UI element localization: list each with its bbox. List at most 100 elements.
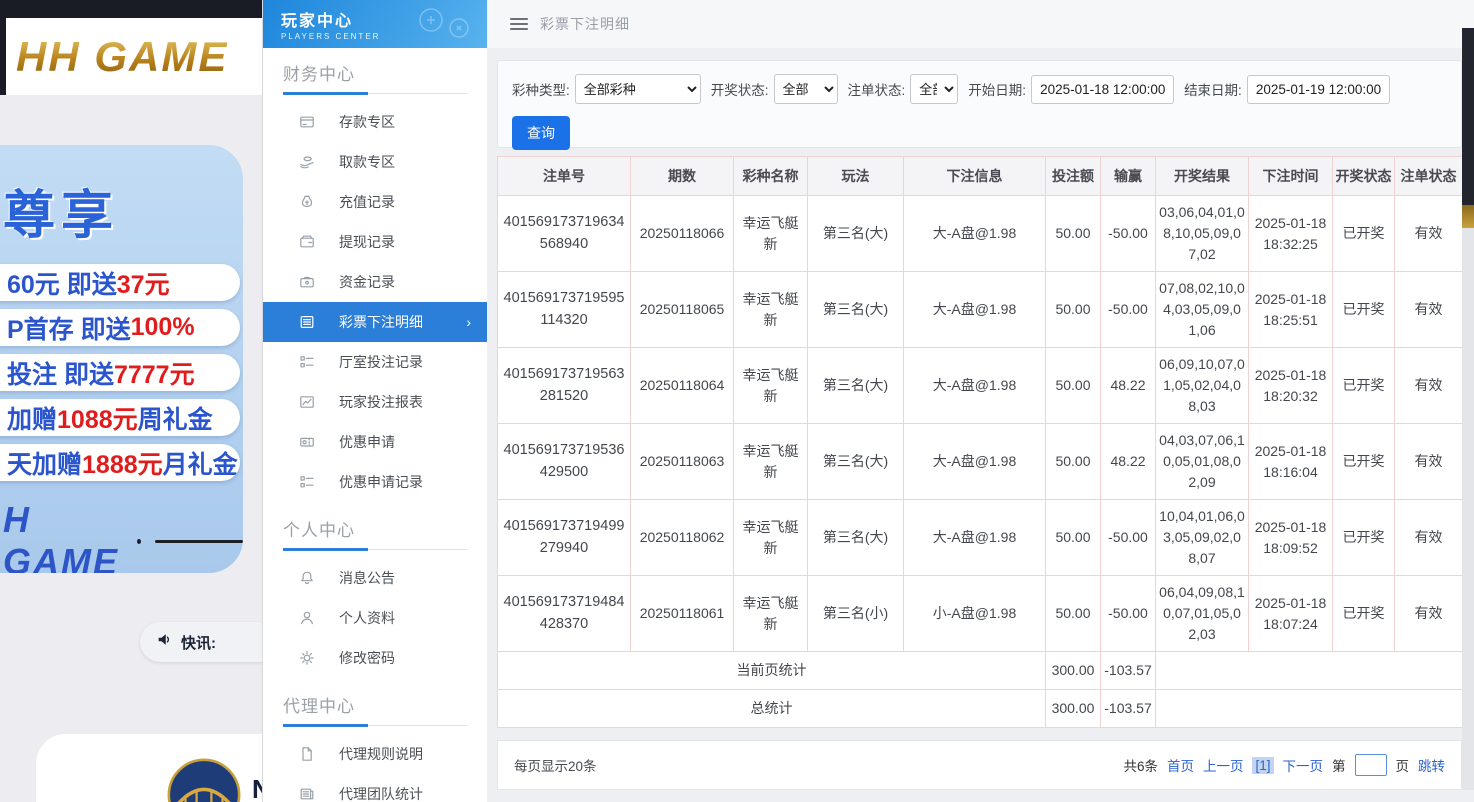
table-cell: 04,03,07,06,10,05,01,08,02,09 (1155, 423, 1249, 500)
sidebar-item-bell[interactable]: 消息公告 (263, 558, 487, 598)
page-title: 彩票下注明细 (540, 16, 630, 32)
table-cell: 2025-01-18 18:25:51 (1248, 271, 1333, 348)
sidebar-item-bet-detail[interactable]: 彩票下注明细 › (263, 302, 487, 342)
table-cell: 50.00 (1045, 195, 1101, 272)
document-icon (299, 746, 315, 762)
sidebar-item-label: 提现记录 (339, 234, 395, 250)
table-row: 401569173719536429500 20250118063 幸运飞艇新 第三名… (497, 423, 1463, 500)
menu-toggle-icon[interactable] (510, 15, 528, 33)
table-row: 401569173719595114320 20250118065 幸运飞艇新 第三名… (497, 271, 1463, 348)
sidebar-item-bet-report[interactable]: 玩家投注报表 (263, 382, 487, 422)
sidebar-item-funds-record[interactable]: 资金记录 (263, 262, 487, 302)
sidebar-item-label: 修改密码 (339, 650, 395, 666)
site-right-strip-gray (1462, 228, 1474, 790)
sidebar-item-hall-bets[interactable]: 厅室投注记录 (263, 342, 487, 382)
column-header: 彩种名称 (733, 156, 808, 196)
page-summary-row: 当前页统计 300.00 -103.57 (497, 651, 1463, 690)
table-cell: 2025-01-18 18:16:04 (1248, 423, 1333, 500)
table-cell: 10,04,01,06,03,05,09,02,08,07 (1155, 499, 1249, 576)
table-cell: 大-A盘@1.98 (903, 423, 1046, 500)
first-page-link[interactable]: 首页 (1167, 755, 1194, 775)
draw-status-select[interactable]: 全部 (773, 74, 838, 104)
column-header: 开奖状态 (1332, 156, 1395, 196)
search-button[interactable]: 查询 (512, 116, 570, 150)
table-cell: 20250118063 (630, 423, 734, 500)
start-date-input[interactable] (1031, 74, 1175, 104)
news-label: 快讯: (181, 634, 216, 652)
table-cell: 已开奖 (1332, 271, 1395, 348)
column-header: 投注额 (1045, 156, 1101, 196)
table-cell: 第三名(大) (807, 271, 904, 348)
promo-banner: 尊享 60元 即送 37元 P首存 即送 100% 投注 即送 7777元 加赠 1088元周… (0, 145, 243, 573)
sidebar-item-label: 代理规则说明 (339, 746, 423, 762)
lottery-type-label: 彩种类型: (512, 83, 570, 98)
column-header: 下注信息 (903, 156, 1046, 196)
total-summary-bet: 300.00 (1045, 689, 1101, 728)
table-cell: 20250118066 (630, 195, 734, 272)
start-date-label: 开始日期: (968, 83, 1027, 98)
table-cell: 2025-01-18 18:32:25 (1248, 195, 1333, 272)
promo-pill-list: 60元 即送 37元 P首存 即送 100% 投注 即送 7777元 加赠 1088元 周礼金天… (0, 264, 243, 481)
news-ticker: 快讯: (140, 622, 262, 662)
lottery-type-select[interactable]: 全部彩种 (574, 74, 701, 104)
total-summary-row: 总统计 300.00 -103.57 (497, 689, 1463, 728)
next-page-link[interactable]: 下一页 (1283, 755, 1324, 775)
site-background: HH GAME 尊享 60元 即送 37元 P首存 即送 100% 投注 即送 7777元… (0, 0, 262, 802)
table-cell: 50.00 (1045, 575, 1101, 652)
sidebar-item-label: 存款专区 (339, 114, 395, 130)
table-cell: 401569173719563281520 (497, 347, 631, 424)
brand-dot (137, 538, 142, 544)
pagination-bar: 每页显示20条 共6条 首页 上一页 [1] 下一页 第 页 跳转 (497, 740, 1462, 790)
table-cell: 20250118062 (630, 499, 734, 576)
table-cell: 已开奖 (1332, 347, 1395, 424)
section-label: 个人中心 (283, 521, 355, 540)
column-header: 输赢 (1100, 156, 1156, 196)
recharge-record-icon (299, 194, 315, 210)
promo-apply-icon (299, 434, 315, 450)
jump-prefix-label: 第 (1332, 759, 1346, 774)
promo-pill: 投注 即送 7777元 (0, 354, 240, 391)
jump-page-input[interactable] (1354, 754, 1387, 776)
sidebar-item-promo-record[interactable]: 优惠申请记录 (263, 462, 487, 502)
hall-bets-icon (299, 354, 315, 370)
table-cell: 幸运飞艇新 (733, 575, 808, 652)
prev-page-link[interactable]: 上一页 (1203, 755, 1244, 775)
sidebar-item-gear[interactable]: 修改密码 (263, 638, 487, 678)
table-cell: 幸运飞艇新 (733, 195, 808, 272)
sidebar-item-withdraw-record[interactable]: 提现记录 (263, 222, 487, 262)
table-cell: 已开奖 (1332, 423, 1395, 500)
table-cell: 幸运飞艇新 (733, 423, 808, 500)
sidebar-item-person[interactable]: 个人资料 (263, 598, 487, 638)
current-page-indicator[interactable]: [1] (1252, 756, 1274, 774)
end-date-input[interactable] (1246, 74, 1390, 104)
table-cell: 已开奖 (1332, 195, 1395, 272)
sidebar-item-document[interactable]: 代理规则说明 (263, 734, 487, 774)
sidebar-item-deposit[interactable]: 存款专区 (263, 102, 487, 142)
promo-pill: 60元 即送 37元 (0, 264, 240, 301)
site-logo-band: HH GAME (6, 18, 262, 95)
sidebar: 玩家中心 PLAYERS CENTER 财务中心 存款专区 取款专区 充值记录 提现记录… (262, 0, 487, 802)
site-right-strip-gold (1462, 205, 1474, 228)
promo-brand-text: H GAME (3, 499, 119, 573)
sidebar-item-withdraw[interactable]: 取款专区 (263, 142, 487, 182)
table-cell: 有效 (1394, 499, 1463, 576)
sidebar-header: 玩家中心 PLAYERS CENTER (263, 0, 487, 48)
withdraw-icon (299, 154, 315, 170)
table-cell: 20250118064 (630, 347, 734, 424)
order-status-label: 注单状态: (847, 83, 906, 98)
sidebar-item-promo-apply[interactable]: 优惠申请 (263, 422, 487, 462)
site-right-strip-dark (1462, 28, 1474, 205)
table-cell: 已开奖 (1332, 575, 1395, 652)
table-cell: 幸运飞艇新 (733, 499, 808, 576)
funds-record-icon (299, 274, 315, 290)
sidebar-menu: 财务中心 存款专区 取款专区 充值记录 提现记录 资金记录 彩票下注明细 › 厅室投注记录 玩家投… (263, 48, 487, 802)
table-cell: 有效 (1394, 195, 1463, 272)
page-summary-bet: 300.00 (1045, 651, 1101, 690)
jump-action-link[interactable]: 跳转 (1418, 755, 1445, 775)
sidebar-item-team-stats[interactable]: 代理团队统计 (263, 774, 487, 802)
sidebar-item-label: 优惠申请 (339, 434, 395, 450)
sidebar-item-label: 资金记录 (339, 274, 395, 290)
table-cell: 07,08,02,10,04,03,05,09,01,06 (1155, 271, 1249, 348)
order-status-select[interactable]: 全部 (910, 74, 959, 104)
sidebar-item-recharge-record[interactable]: 充值记录 (263, 182, 487, 222)
